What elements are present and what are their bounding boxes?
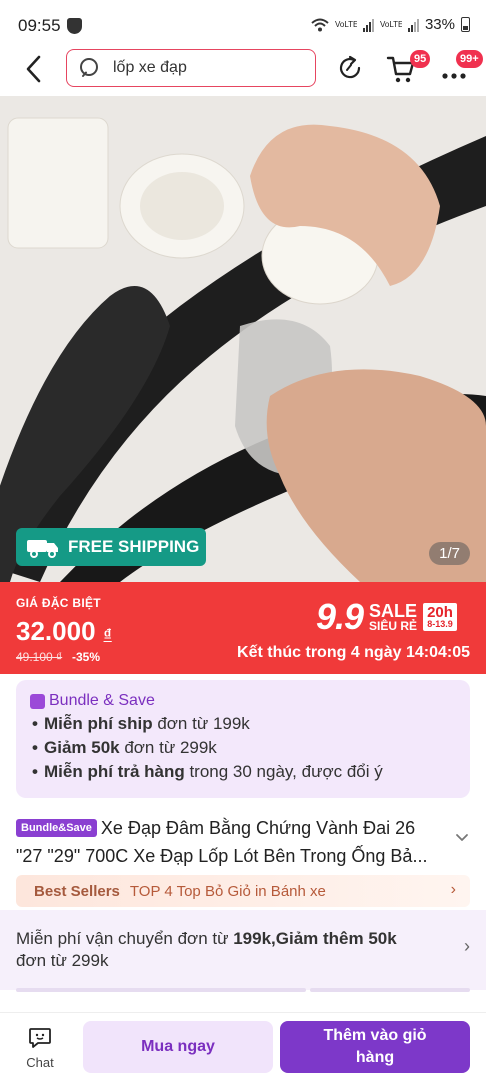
- special-price-label: GIÁ ĐẶC BIỆT: [16, 596, 101, 610]
- benefit-detail: đơn từ 299k: [119, 738, 217, 757]
- product-photo: [0, 96, 486, 582]
- buy-now-button[interactable]: Mua ngay: [83, 1021, 273, 1073]
- sale-event-text: SALE SIÊU RẺ: [369, 602, 417, 632]
- expand-title-button[interactable]: [452, 828, 472, 848]
- free-shipping-label: FREE SHIPPING: [68, 537, 200, 556]
- sale-dates: 8-13.9: [427, 619, 453, 629]
- sale-event-number: 9.9: [316, 596, 364, 637]
- bottom-action-bar: Chat Mua ngay Thêm vào giỏ hàng: [0, 1012, 486, 1080]
- image-page-indicator: 1/7: [429, 542, 470, 565]
- status-icons: VoLTE1 VoLTE2 33%: [311, 16, 470, 33]
- list-item: Miễn phí trả hàng trong 30 ngày, được đổ…: [30, 760, 456, 784]
- sale-countdown: Kết thúc trong 4 ngày 14:04:05: [237, 644, 470, 661]
- scroll-indicator: [0, 988, 486, 992]
- signal-bars-1-icon: [362, 18, 374, 32]
- chat-label: Chat: [26, 1055, 54, 1070]
- add-to-cart-button[interactable]: Thêm vào giỏ hàng: [280, 1021, 470, 1073]
- benefit-detail: trong 30 ngày, được đổi ý: [184, 762, 383, 781]
- current-price: 32.000 ₫: [16, 616, 112, 647]
- truck-icon: [27, 540, 58, 558]
- currency-symbol: ₫: [103, 627, 112, 644]
- bundle-title: Bundle & Save: [30, 692, 456, 710]
- wifi-icon: [311, 18, 329, 31]
- notification-badge: 99+: [456, 50, 483, 68]
- shield-icon: [66, 18, 82, 34]
- discount-percent: -35%: [72, 650, 101, 664]
- bundle-save-tag: Bundle&Save: [16, 819, 97, 837]
- status-bar: 09:55 VoLTE1 VoLTE2 33%: [0, 0, 486, 52]
- sale-time-box: 20h 8-13.9: [423, 603, 457, 631]
- top-nav: lốp xe đạp 95 99+: [0, 46, 486, 92]
- shipping-info-row[interactable]: Miễn phí vận chuyển đơn từ 199k,Giảm thê…: [0, 910, 486, 990]
- free-shipping-tag: FREE SHIPPING: [16, 528, 206, 566]
- sim1-label: VoLTE1: [334, 20, 357, 29]
- refresh-icon: [339, 55, 361, 79]
- sim2-label: VoLTE2: [379, 20, 402, 29]
- chevron-right-icon: ›: [464, 936, 470, 956]
- list-item: Giảm 50k đơn từ 299k: [30, 736, 456, 760]
- shipping-line1: Miễn phí vận chuyển đơn từ: [16, 929, 234, 948]
- battery-percent: 33%: [424, 16, 455, 33]
- current-price-value: 32.000: [16, 616, 96, 646]
- sale-subtitle: SIÊU RẺ: [369, 619, 418, 633]
- cart-count-badge: 95: [410, 50, 431, 68]
- bundle-title-text: Bundle & Save: [49, 692, 155, 709]
- signal-bars-2-icon: [407, 18, 419, 32]
- sale-event-logo: 9.9 SALE SIÊU RẺ 20h 8-13.9: [316, 596, 457, 638]
- best-sellers-banner[interactable]: Best Sellers TOP 4 Top Bỏ Giỏ in Bánh xe…: [16, 875, 470, 907]
- product-image-carousel[interactable]: FREE SHIPPING 1/7: [0, 96, 486, 582]
- benefit-highlight: Miễn phí ship: [44, 714, 153, 733]
- sale-hours: 20h: [427, 604, 453, 621]
- chevron-right-icon: ›: [450, 881, 456, 898]
- original-price: 49.100 ₫: [16, 650, 63, 664]
- benefit-highlight: Miễn phí trả hàng: [44, 762, 185, 781]
- bundle-icon: [30, 693, 45, 709]
- chat-button[interactable]: Chat: [16, 1027, 64, 1079]
- search-input[interactable]: lốp xe đạp: [66, 49, 316, 87]
- benefit-detail: đơn từ 199k: [152, 714, 250, 733]
- shipping-highlight: 199k,Giảm thêm 50k: [233, 929, 397, 948]
- battery-icon: [461, 17, 470, 32]
- flash-sale-price-bar: GIÁ ĐẶC BIỆT 32.000 ₫ 49.100 ₫ -35% 9.9 S…: [0, 582, 486, 674]
- history-button[interactable]: [336, 54, 364, 82]
- search-icon: [80, 58, 98, 77]
- sale-word: SALE: [369, 601, 418, 621]
- benefit-highlight: Giảm 50k: [44, 738, 120, 757]
- shipping-line2: đơn từ 299k: [16, 951, 109, 970]
- list-item: Miễn phí ship đơn từ 199k: [30, 712, 456, 736]
- status-time: 09:55: [18, 16, 61, 35]
- bundle-benefits-list: Miễn phí ship đơn từ 199k Giảm 50k đơn t…: [30, 712, 456, 784]
- bundle-save-card[interactable]: Bundle & Save Miễn phí ship đơn từ 199k …: [16, 680, 470, 798]
- best-sellers-rank: TOP 4 Top Bỏ Giỏ in Bánh xe: [129, 882, 326, 900]
- back-button[interactable]: [20, 52, 48, 86]
- chat-icon: [29, 1028, 51, 1048]
- best-sellers-label: Best Sellers: [34, 882, 120, 900]
- product-title: Bundle&Save Xe Đạp Đâm Bằng Chứng Vành Đa…: [16, 814, 446, 870]
- chevron-left-icon: [26, 55, 41, 83]
- shipping-text: Miễn phí vận chuyển đơn từ 199k,Giảm thê…: [16, 928, 436, 972]
- search-query: lốp xe đạp: [113, 59, 187, 76]
- chevron-down-icon: [456, 834, 468, 841]
